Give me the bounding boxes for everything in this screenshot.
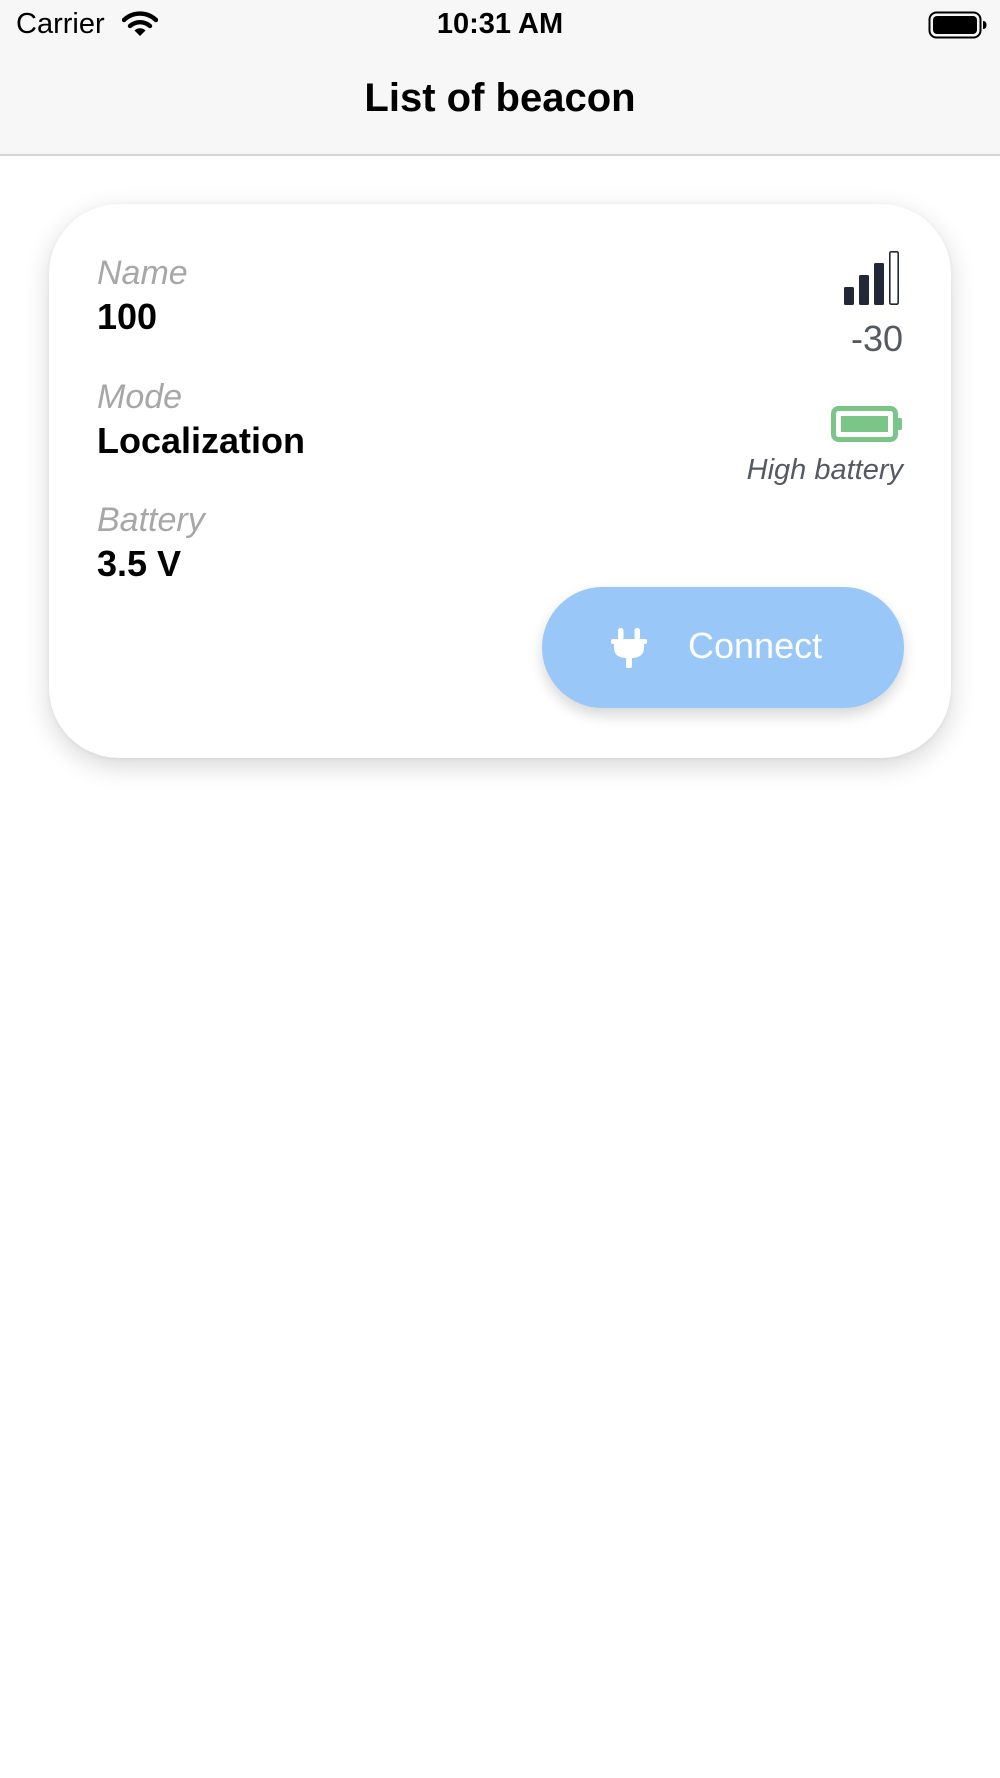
status-bar: Carrier 10:31 AM <box>0 0 1000 50</box>
page-title: List of beacon <box>364 76 636 120</box>
beacon-card[interactable]: Name 100 Mode Localization Battery 3.5 V… <box>49 204 951 758</box>
battery-high-icon <box>831 406 903 447</box>
status-time: 10:31 AM <box>436 8 564 40</box>
connect-button[interactable]: Connect <box>542 587 904 708</box>
signal-bar <box>888 250 899 306</box>
battery-value: 3.5 V <box>97 543 182 584</box>
battery-status-text: High battery <box>746 454 903 486</box>
plug-icon <box>608 627 650 674</box>
battery-label: Battery <box>97 501 205 539</box>
signal-strength-icon <box>843 250 903 311</box>
navigation-bar: List of beacon <box>0 50 1000 156</box>
signal-bar <box>874 263 884 305</box>
signal-bar <box>844 287 854 305</box>
signal-bar <box>859 275 869 305</box>
connect-button-label: Connect <box>688 625 823 666</box>
name-label: Name <box>97 254 188 292</box>
rssi-value: -30 <box>850 318 903 359</box>
mode-value: Localization <box>97 420 306 461</box>
mode-label: Mode <box>97 378 183 416</box>
name-value: 100 <box>97 296 158 337</box>
battery-full-icon <box>928 11 988 44</box>
